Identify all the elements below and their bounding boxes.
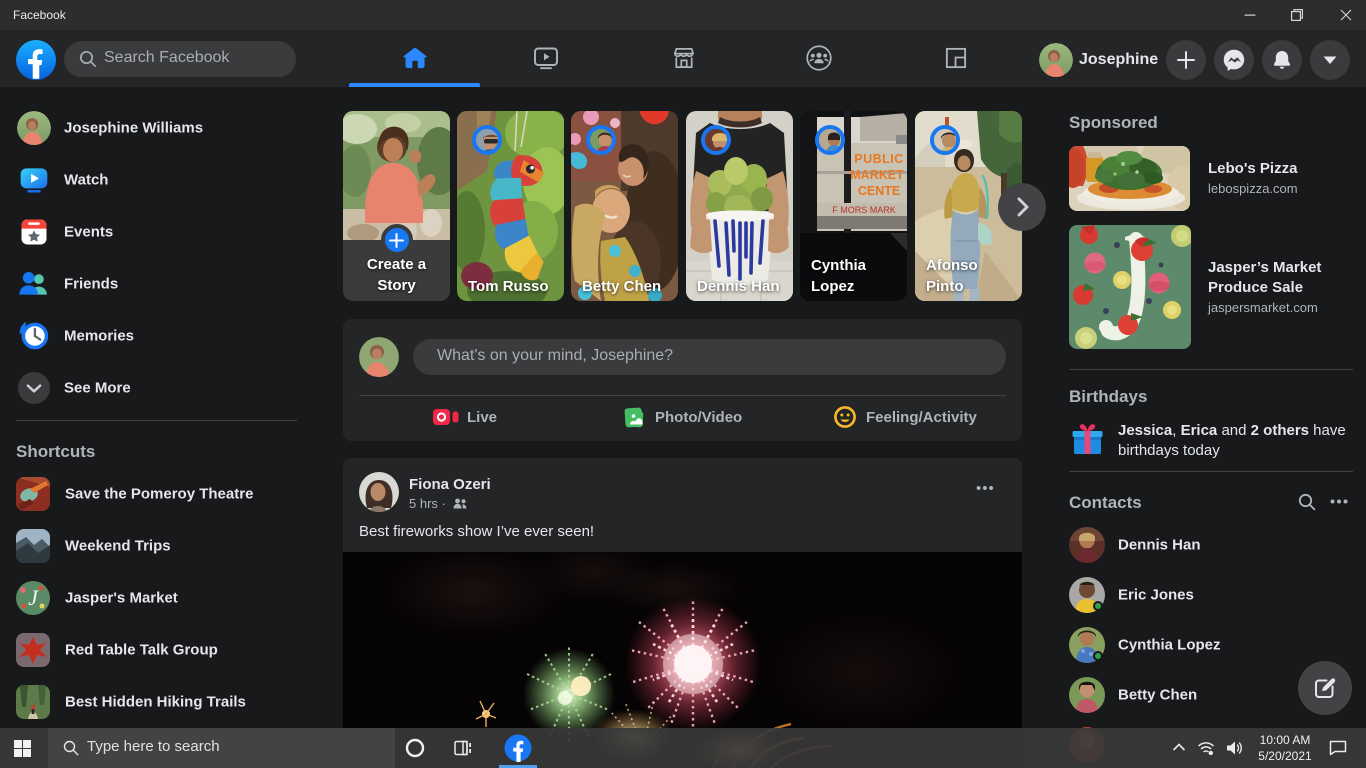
svg-text:F MORS MARK: F MORS MARK xyxy=(832,205,896,215)
svg-text:MARKET: MARKET xyxy=(850,168,904,182)
svg-text:PUBLIC: PUBLIC xyxy=(854,152,904,166)
svg-text:CENTE: CENTE xyxy=(858,184,900,198)
svg-text:J: J xyxy=(28,585,39,610)
